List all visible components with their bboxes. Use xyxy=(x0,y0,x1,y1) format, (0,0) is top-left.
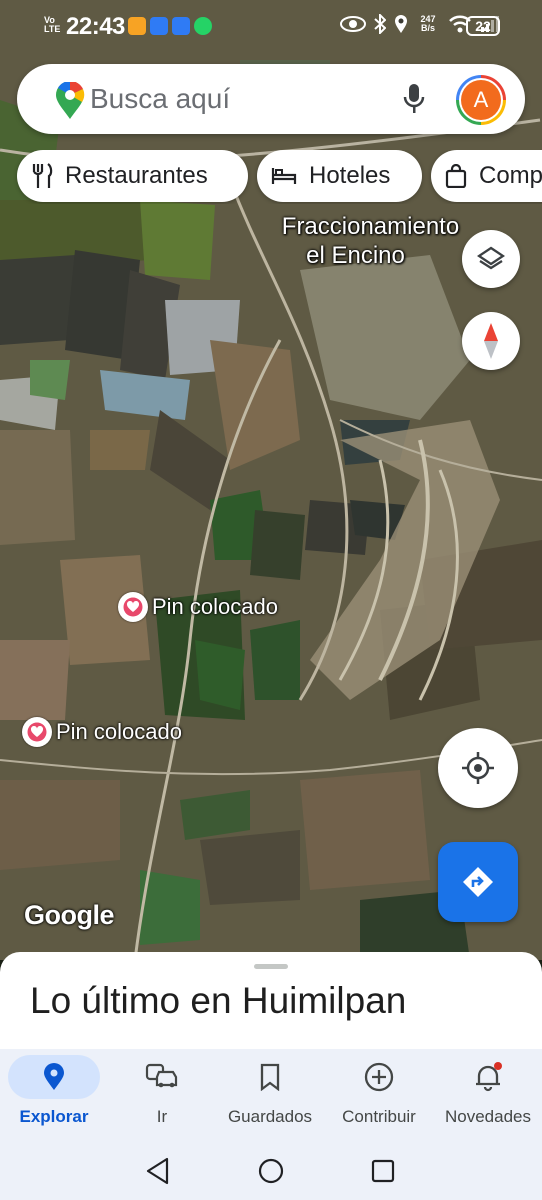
directions-button[interactable] xyxy=(438,842,518,922)
nav-go[interactable]: Ir xyxy=(108,1049,216,1139)
pin-label: Pin colocado xyxy=(152,594,278,619)
fork-knife-icon xyxy=(32,163,53,188)
nav-label: Guardados xyxy=(227,1107,313,1126)
dropped-pin[interactable]: Pin colocado xyxy=(118,592,278,622)
google-maps-logo-icon xyxy=(56,82,85,119)
car-commute-icon xyxy=(145,1063,178,1088)
bottom-sheet[interactable]: Lo último en Huimilpan xyxy=(0,952,542,1050)
nav-updates[interactable]: Novedades xyxy=(434,1049,542,1139)
nav-label: Explorar xyxy=(19,1107,89,1126)
bluetooth-icon xyxy=(374,14,386,34)
nav-label: Ir xyxy=(156,1107,168,1126)
system-nav-buttons xyxy=(146,1157,395,1185)
nav-label: Contribuir xyxy=(342,1107,416,1126)
sheet-title: Lo último en Huimilpan xyxy=(30,980,407,1021)
vpn-shield-icon xyxy=(128,17,146,35)
chip-restaurants[interactable]: Restaurantes xyxy=(17,150,248,202)
heart-pin-icon xyxy=(123,597,143,617)
location-icon xyxy=(395,15,407,33)
place-label-line1: Fraccionamiento xyxy=(281,213,460,240)
battery-indicator: 22 xyxy=(466,16,500,36)
nav-contribute[interactable]: Contribuir xyxy=(325,1049,433,1139)
data-speed: 247 B/s xyxy=(420,14,436,33)
shopping-bag-icon xyxy=(445,164,467,188)
chip-label: Restaurantes xyxy=(65,162,208,189)
search-bar[interactable]: Busca aquí A xyxy=(17,64,525,134)
location-pin-icon xyxy=(44,1063,64,1090)
nav-saved[interactable]: Guardados xyxy=(216,1049,324,1139)
dropped-pin[interactable]: Pin colocado xyxy=(22,717,182,747)
pin-label: Pin colocado xyxy=(56,719,182,744)
message-icon xyxy=(172,17,190,35)
layers-button[interactable] xyxy=(462,230,520,288)
whatsapp-icon xyxy=(194,17,212,35)
microphone-icon[interactable] xyxy=(403,83,425,115)
category-chips: Restaurantes Hoteles Comp xyxy=(0,150,542,204)
nav-label: Novedades xyxy=(444,1107,531,1126)
message-icon xyxy=(150,17,168,35)
bookmark-icon xyxy=(260,1063,280,1091)
directions-icon xyxy=(463,867,493,897)
my-location-button[interactable] xyxy=(438,728,518,808)
eye-icon xyxy=(340,16,366,32)
place-label-line2: el Encino xyxy=(306,242,405,269)
google-logo: Google xyxy=(24,900,115,930)
account-avatar[interactable]: A xyxy=(456,75,506,125)
heart-pin-icon xyxy=(27,722,47,742)
place-label[interactable]: Fraccionamiento el Encino xyxy=(248,212,493,270)
satellite-terrain xyxy=(0,0,542,960)
search-input[interactable]: Busca aquí xyxy=(90,83,230,115)
bed-icon xyxy=(271,168,297,184)
compass-button[interactable] xyxy=(462,312,520,370)
layers-icon xyxy=(477,246,505,270)
chip-label: Comp xyxy=(479,162,542,189)
bell-icon xyxy=(476,1062,502,1092)
nav-explore[interactable]: Explorar xyxy=(0,1049,108,1139)
chip-shopping[interactable]: Comp xyxy=(431,150,542,202)
network-indicator: Vo LTE xyxy=(44,15,61,34)
crosshair-location-icon xyxy=(462,752,494,784)
back-icon[interactable] xyxy=(146,1157,169,1185)
compass-icon xyxy=(484,323,498,359)
status-bar: Vo LTE 22:43 247 B/s 22 xyxy=(0,0,542,52)
chip-label: Hoteles xyxy=(309,162,391,189)
avatar-initial: A xyxy=(461,80,501,120)
system-navigation-bar xyxy=(0,1139,542,1200)
sheet-drag-handle[interactable] xyxy=(254,964,288,969)
recents-icon[interactable] xyxy=(371,1159,395,1183)
notification-icons xyxy=(128,17,212,35)
bottom-navigation: Explorar Ir Guardados Contribuir Novedad… xyxy=(0,1049,542,1139)
add-circle-icon xyxy=(364,1062,394,1092)
chip-hotels[interactable]: Hoteles xyxy=(257,150,422,202)
satellite-map[interactable] xyxy=(0,0,542,960)
clock: 22:43 xyxy=(66,13,125,40)
home-icon[interactable] xyxy=(258,1158,284,1184)
